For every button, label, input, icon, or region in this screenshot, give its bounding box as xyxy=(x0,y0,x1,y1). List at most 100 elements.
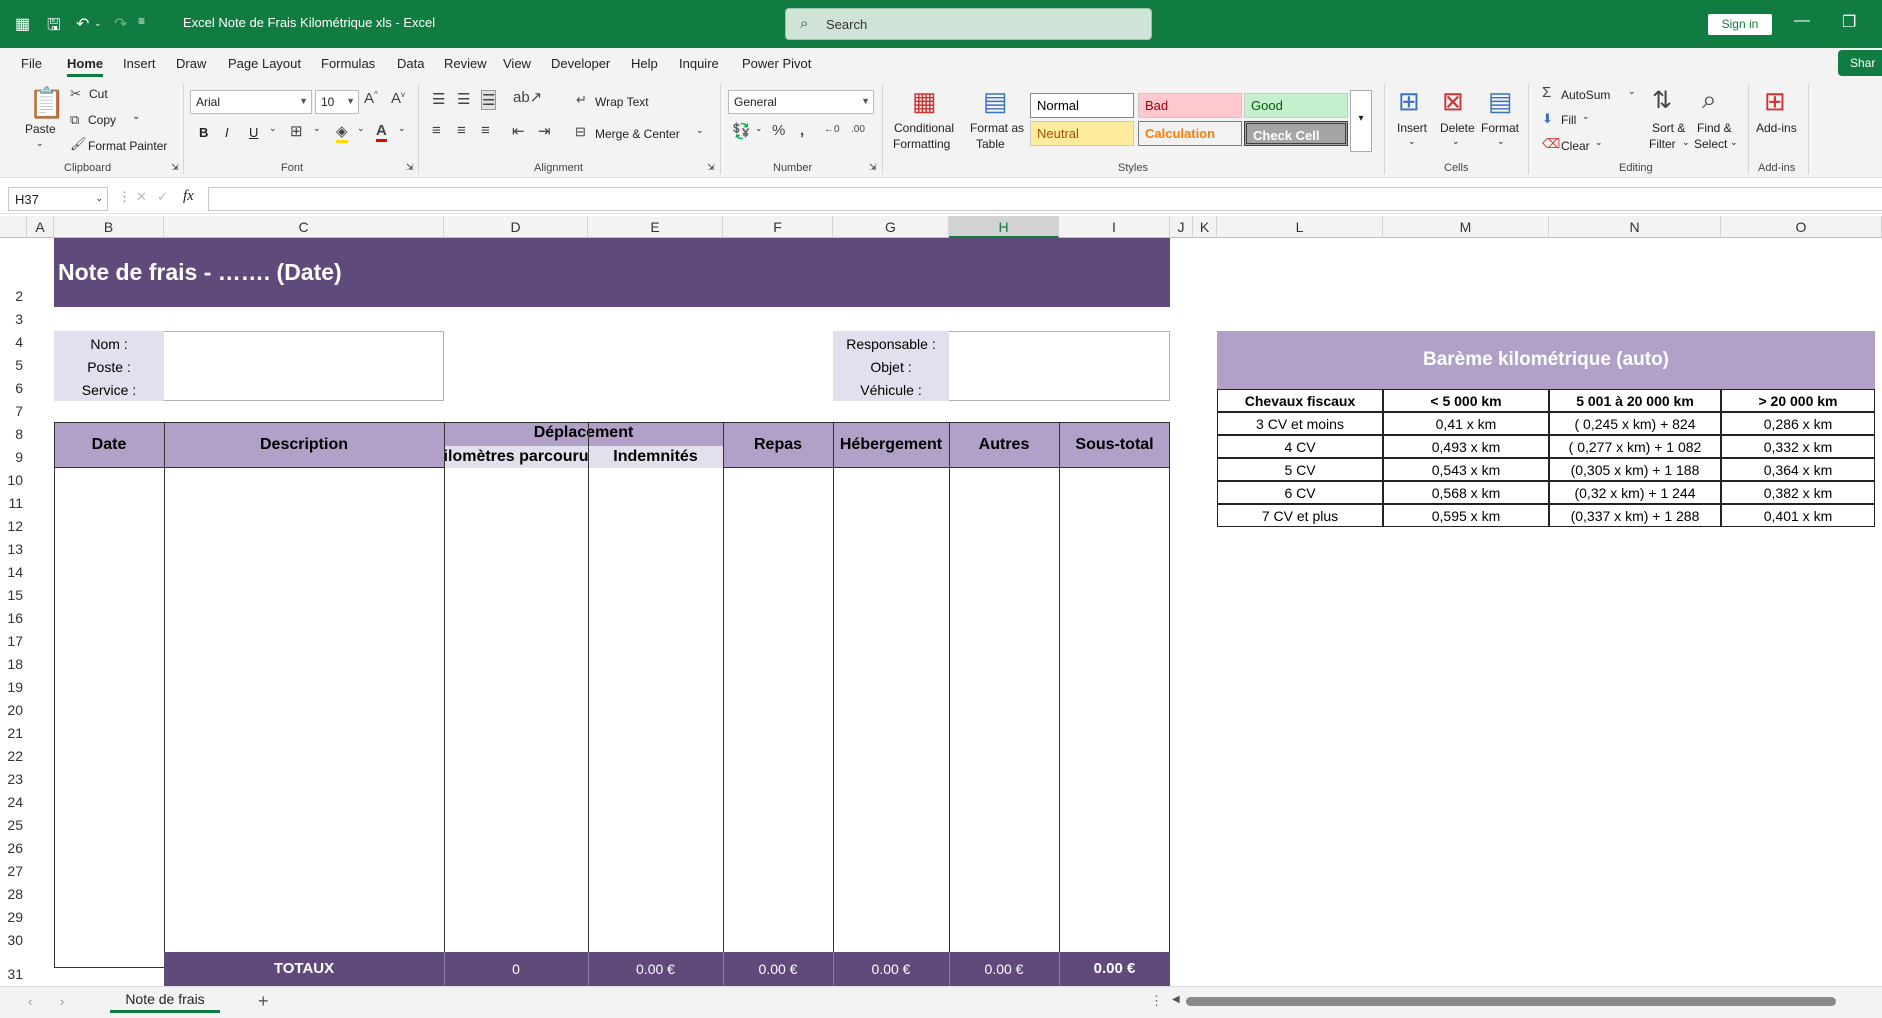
format-as-table-label[interactable]: Table xyxy=(976,137,1005,151)
select-all-corner[interactable] xyxy=(0,216,27,238)
copy-icon[interactable]: ⧉ xyxy=(70,112,79,128)
increase-decimal-icon[interactable]: ←0 xyxy=(824,124,840,135)
column-header-l[interactable]: L xyxy=(1217,216,1383,238)
autosum-dropdown-icon[interactable]: ⌄ xyxy=(1628,86,1636,97)
share-button[interactable]: Shar xyxy=(1838,50,1882,76)
orientation-icon[interactable]: ab↗ xyxy=(513,88,542,106)
wrap-text-icon[interactable]: ↵ xyxy=(576,92,587,108)
row-header-16[interactable]: 16 xyxy=(0,610,27,626)
style-neutral[interactable]: Neutral xyxy=(1030,121,1134,146)
row-header-31[interactable]: 31 xyxy=(0,966,27,982)
find-select-label[interactable]: Select xyxy=(1694,137,1727,151)
row-header-11[interactable]: 11 xyxy=(0,495,27,511)
bareme-cell[interactable]: 5 CV xyxy=(1217,458,1383,481)
column-header-n[interactable]: N xyxy=(1549,216,1721,238)
insert-cells-icon[interactable]: ⊞ xyxy=(1398,86,1420,117)
total-hebergement[interactable]: 0.00 € xyxy=(833,961,949,977)
number-launcher-icon[interactable]: ⇲ xyxy=(869,162,877,173)
tab-formulas[interactable]: Formulas xyxy=(321,56,375,71)
row-header-18[interactable]: 18 xyxy=(0,656,27,672)
bareme-cell[interactable]: (0,32 x km) + 1 244 xyxy=(1549,481,1721,504)
conditional-formatting-button[interactable]: Conditional xyxy=(894,121,954,135)
bareme-cell[interactable]: ( 0,277 x km) + 1 082 xyxy=(1549,435,1721,458)
row-header-14[interactable]: 14 xyxy=(0,564,27,580)
insert-function-icon[interactable]: fx xyxy=(183,188,194,205)
column-header-m[interactable]: M xyxy=(1383,216,1549,238)
row-header-26[interactable]: 26 xyxy=(0,840,27,856)
bareme-header-cell[interactable]: > 20 000 km xyxy=(1721,389,1875,412)
bareme-header-cell[interactable]: 5 001 à 20 000 km xyxy=(1549,389,1721,412)
tab-review[interactable]: Review xyxy=(444,56,487,71)
fill-dropdown-icon[interactable]: ⌄ xyxy=(1582,111,1590,122)
borders-dropdown-icon[interactable]: ⌄ xyxy=(313,123,321,134)
more-options-icon[interactable]: ⋮ xyxy=(118,189,131,205)
column-header-g[interactable]: G xyxy=(833,216,949,238)
borders-icon[interactable]: ⊞ xyxy=(290,122,303,140)
format-painter-icon[interactable]: 🖌 xyxy=(70,136,87,152)
tab-view[interactable]: View xyxy=(503,56,531,71)
format-cells-button[interactable]: Format xyxy=(1481,121,1519,135)
tab-home[interactable]: Home xyxy=(67,56,104,77)
row-header-28[interactable]: 28 xyxy=(0,886,27,902)
number-format-select[interactable]: General ▼ xyxy=(728,90,874,114)
underline-button[interactable]: U xyxy=(249,125,258,140)
delete-dropdown-icon[interactable]: ⌄ xyxy=(1452,136,1460,147)
total-indemnites[interactable]: 0.00 € xyxy=(588,961,723,977)
styles-gallery-expand-icon[interactable]: ▾ xyxy=(1350,90,1372,152)
alignment-launcher-icon[interactable]: ⇲ xyxy=(707,162,715,173)
cancel-entry-icon[interactable]: ✕ xyxy=(136,189,147,205)
column-header-d[interactable]: D xyxy=(444,216,588,238)
increase-font-icon[interactable]: A^ xyxy=(364,90,378,107)
undo-dropdown-icon[interactable]: ⌄ xyxy=(94,18,102,29)
style-good[interactable]: Good xyxy=(1244,93,1348,118)
copy-button[interactable]: Copy xyxy=(88,113,116,127)
bold-button[interactable]: B xyxy=(199,125,208,140)
fill-color-dropdown-icon[interactable]: ⌄ xyxy=(357,123,365,134)
scroll-left-icon[interactable]: ◀ xyxy=(1172,994,1180,1005)
find-dropdown-icon[interactable]: ⌄ xyxy=(1730,137,1738,148)
prev-sheet-icon[interactable]: ‹ xyxy=(28,994,32,1009)
bareme-title[interactable]: Barème kilométrique (auto) xyxy=(1217,331,1875,389)
expense-table-body[interactable] xyxy=(54,468,1170,968)
row-header-29[interactable]: 29 xyxy=(0,909,27,925)
sort-dropdown-icon[interactable]: ⌄ xyxy=(1682,137,1690,148)
add-ins-button[interactable]: Add-ins xyxy=(1756,121,1797,135)
find-select-button[interactable]: Find & xyxy=(1697,121,1732,135)
column-header-i[interactable]: I xyxy=(1059,216,1170,238)
row-header-7[interactable]: 7 xyxy=(0,403,27,419)
row-header-6[interactable]: 6 xyxy=(0,380,27,396)
bareme-cell[interactable]: 0,401 x km xyxy=(1721,504,1875,527)
clear-dropdown-icon[interactable]: ⌄ xyxy=(1595,137,1603,148)
row-header-12[interactable]: 12 xyxy=(0,518,27,534)
tab-developer[interactable]: Developer xyxy=(551,56,610,71)
add-sheet-icon[interactable]: + xyxy=(258,991,269,1012)
row-header-24[interactable]: 24 xyxy=(0,794,27,810)
bareme-cell[interactable]: 0,543 x km xyxy=(1383,458,1549,481)
row-header-8[interactable]: 8 xyxy=(0,426,27,442)
bareme-cell[interactable]: 0,568 x km xyxy=(1383,481,1549,504)
delete-cells-icon[interactable]: ⊠ xyxy=(1442,86,1464,117)
font-color-icon[interactable]: A xyxy=(376,122,387,142)
clear-button[interactable]: Clear xyxy=(1561,139,1590,153)
confirm-entry-icon[interactable]: ✓ xyxy=(157,189,168,205)
align-center-icon[interactable]: ≡ xyxy=(457,122,466,139)
align-top-icon[interactable]: ☰ xyxy=(432,90,445,108)
total-autres[interactable]: 0.00 € xyxy=(949,961,1059,977)
bareme-cell[interactable]: 0,332 x km xyxy=(1721,435,1875,458)
bareme-cell[interactable]: 0,41 x km xyxy=(1383,412,1549,435)
column-header-j[interactable]: J xyxy=(1170,216,1193,238)
wrap-text-button[interactable]: Wrap Text xyxy=(595,95,649,109)
row-header-23[interactable]: 23 xyxy=(0,771,27,787)
column-header-f[interactable]: F xyxy=(723,216,833,238)
worksheet-grid[interactable]: ABCDEFGHIJKLMNO 2 3 4 5 6 7 8 9 10 11 12 13 14 15 16 17… xyxy=(0,216,1882,986)
paste-button[interactable]: Paste xyxy=(25,122,56,136)
horizontal-scrollbar[interactable] xyxy=(1186,997,1836,1006)
style-check-cell[interactable]: Check Cell xyxy=(1244,121,1348,146)
tab-options-icon[interactable]: ⋮ xyxy=(1150,993,1163,1009)
clear-icon[interactable]: ⌫ xyxy=(1542,136,1560,152)
row-header-30[interactable]: 30 xyxy=(0,932,27,948)
align-middle-icon[interactable]: ☰ xyxy=(457,90,470,108)
sign-in-button[interactable]: Sign in xyxy=(1708,14,1772,35)
accounting-format-icon[interactable]: 💱 xyxy=(732,122,751,140)
search-box[interactable]: ⌕ Search xyxy=(785,8,1152,40)
